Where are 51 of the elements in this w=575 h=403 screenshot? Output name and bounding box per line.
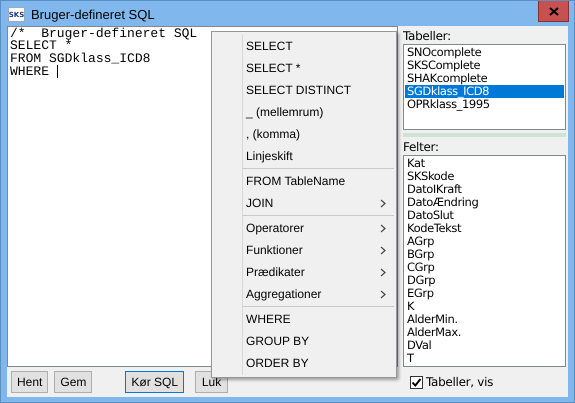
field-item[interactable]: T (405, 352, 564, 365)
menu-item[interactable]: SELECT (212, 35, 394, 57)
field-item[interactable]: CGrp (405, 261, 564, 274)
fields-list[interactable]: Kat SKSkode DatoIKraft DatoÆndring DatoSlut KodeTekst AGrp BGrp CGrp DGrp EGrp K AlderMin. AlderMax. DVal T (403, 155, 566, 367)
field-item[interactable]: DatoIKraft (405, 183, 564, 196)
field-item[interactable]: Kat (405, 157, 564, 170)
window-title: Bruger-defineret SQL (31, 7, 155, 22)
field-item[interactable]: EGrp (405, 287, 564, 300)
fields-label: Felter: (403, 140, 440, 154)
table-item[interactable]: OPRklass_1995 (405, 98, 564, 111)
field-item[interactable]: AGrp (405, 235, 564, 248)
menu-item[interactable]: , (komma) (212, 123, 394, 145)
menu-item[interactable]: Linjeskift (212, 145, 394, 167)
menu-item[interactable]: Prædikater (243, 261, 394, 283)
table-item[interactable]: SNOcomplete (405, 46, 564, 59)
field-item[interactable]: SKSkode (405, 170, 564, 183)
code-line: FROM SGDklass_ICD8 (10, 52, 150, 66)
menu-item[interactable]: FROM TableName (243, 170, 394, 192)
code-line: SELECT * (10, 40, 72, 53)
menu-item[interactable]: Funktioner (243, 239, 394, 261)
field-item[interactable]: BGrp (405, 248, 564, 261)
table-item[interactable]: SGDklass_ICD8 (405, 85, 564, 98)
menu-item[interactable]: SELECT * (212, 57, 394, 79)
field-item[interactable]: KodeTekst (405, 222, 564, 235)
code-line: WHERE (10, 66, 50, 78)
field-item[interactable]: AlderMin. (405, 313, 564, 326)
field-item[interactable]: DatoÆndring (405, 196, 564, 209)
close-button[interactable] (538, 1, 569, 22)
menu-item[interactable]: JOIN (243, 192, 394, 214)
menu-item[interactable]: _ (mellemrum) (212, 101, 394, 123)
menu-item[interactable]: GROUP BY (243, 330, 394, 352)
tables-label: Tabeller: (403, 29, 452, 43)
dialog-button[interactable]: Kør SQL (125, 371, 184, 393)
dialog-button[interactable]: Gem (54, 371, 92, 393)
field-item[interactable]: K (405, 300, 564, 313)
menu-item[interactable]: SELECT DISTINCT (212, 79, 394, 101)
field-item[interactable]: AlderMax. (405, 326, 564, 339)
field-item[interactable]: DVal (405, 339, 564, 352)
menu-item[interactable]: WHERE (243, 308, 394, 330)
field-item[interactable]: DGrp (405, 274, 564, 287)
dialog-button[interactable]: Hent (11, 371, 48, 393)
table-item[interactable]: SHAKcomplete (405, 72, 564, 85)
field-item[interactable]: DatoSlut (405, 209, 564, 222)
menu-item[interactable]: Operatorer (243, 217, 394, 239)
tables-list[interactable]: SNOcomplete SKSComplete SHAKcomplete SGDklass_ICD8 OPRklass_1995 (403, 44, 566, 130)
menu-item[interactable]: Aggregationer (243, 283, 394, 305)
show-tables-label: Tabeller, vis (426, 375, 494, 389)
close-icon (548, 6, 558, 16)
show-tables-checkbox[interactable] (410, 376, 423, 388)
code-line: /* Bruger-defineret SQL (10, 28, 198, 40)
table-item[interactable]: SKSComplete (405, 59, 564, 72)
